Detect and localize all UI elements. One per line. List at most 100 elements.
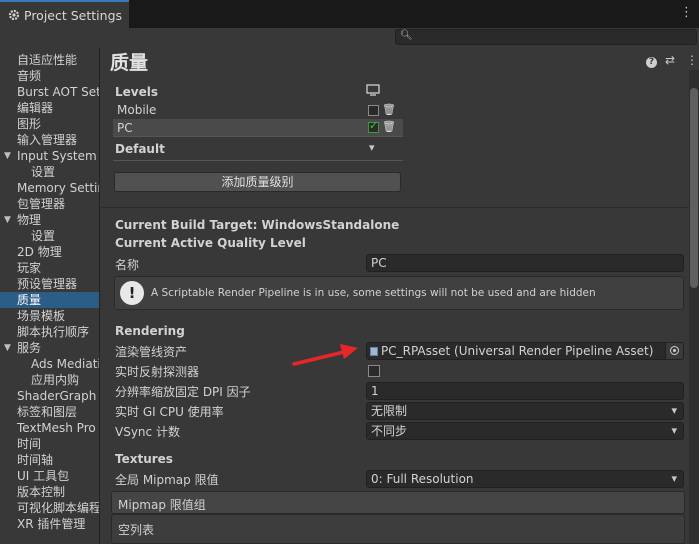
sidebar-item-label: Input System Package [17,149,99,163]
sidebar-item[interactable]: ▼ 服务 [0,340,99,356]
mipmap-limit-dropdown[interactable]: 0: Full Resolution [366,470,684,488]
sidebar-item[interactable]: Memory Settings [0,180,99,196]
sidebar-item-label: UI 工具包 [17,469,70,483]
section-divider [101,207,689,208]
tab-project-settings[interactable]: Project Settings [0,0,129,28]
mipmap-group-label: Mipmap 限值组 [118,498,206,512]
name-label: 名称 [115,258,140,272]
trash-icon[interactable]: 🗑︎ [382,120,396,133]
sidebar-item[interactable]: 图形 [0,116,99,132]
textures-heading: Textures [115,452,173,466]
sidebar-item-label: 图形 [17,117,42,131]
sidebar-item[interactable]: 输入管理器 [0,132,99,148]
sidebar-item-label: 时间 [17,437,42,451]
sidebar-item[interactable]: 版本控制 [0,484,99,500]
sidebar-item[interactable]: 包管理器 [0,196,99,212]
sidebar-item[interactable]: Ads Mediation [0,356,99,372]
sidebar-item-label: 自适应性能 [17,53,78,67]
sidebar-item[interactable]: 编辑器 [0,100,99,116]
window-menu-icon[interactable]: ⋮ [680,5,693,20]
sidebar-item[interactable]: 时间 [0,436,99,452]
sidebar-item-label: 2D 物理 [17,245,62,259]
level-row-pc[interactable]: PC 🗑︎ [113,119,403,137]
sidebar-item[interactable]: 应用内购 [0,372,99,388]
sidebar-item[interactable]: ShaderGraph [0,388,99,404]
sidebar-item[interactable]: TextMesh Pro [0,420,99,436]
mipmap-limit-label: 全局 Mipmap 限值 [115,473,219,487]
sidebar-item[interactable]: 2D 物理 [0,244,99,260]
sidebar-item[interactable]: ▼ 物理 [0,212,99,228]
sidebar-item-label: 应用内购 [31,373,80,387]
sidebar-item-label: 质量 [17,293,42,307]
vsync-dropdown[interactable]: 不同步 [366,422,684,440]
sidebar-item-label: 可视化脚本编程 [17,501,100,515]
sidebar-item-label: 玩家 [17,261,42,275]
sidebar-item[interactable]: 场景模板 [0,308,99,324]
sidebar-item-label: Ads Mediation [31,357,99,371]
level-checkbox-pc[interactable] [368,119,379,133]
info-icon: ! [120,281,144,305]
settings-menu-icon[interactable]: ⋮ [686,53,698,67]
sidebar-item-label: 包管理器 [17,197,66,211]
rendering-heading: Rendering [115,324,185,338]
sidebar-item[interactable]: 音频 [0,68,99,84]
presets-icon[interactable]: ⇄ [665,53,675,67]
asset-icon [370,347,378,356]
red-arrow-annotation [292,344,358,366]
sidebar-item-label: 物理 [17,213,42,227]
default-dropdown-arrow[interactable]: ▾ [369,141,375,154]
sidebar-item-label: 标签和图层 [17,405,78,419]
sidebar-item[interactable]: 预设管理器 [0,276,99,292]
search-input[interactable]: 🔍︎ [395,29,697,45]
sidebar-item-label: Memory Settings [17,181,99,195]
trash-icon[interactable]: 🗑︎ [382,103,396,116]
sidebar-item[interactable]: 可视化脚本编程 [0,500,100,516]
object-picker-icon[interactable] [665,343,683,359]
sidebar-item[interactable]: 质量 [0,292,99,308]
level-row-mobile[interactable]: Mobile 🗑︎ [113,102,403,119]
sidebar-item-label: 脚本执行顺序 [17,325,90,339]
sidebar-item[interactable]: ▼ Input System Package [0,148,99,164]
dpi-field[interactable]: 1 [366,382,684,400]
mipmap-group-list: 空列表 [111,514,685,544]
level-name: Mobile [117,103,157,117]
sidebar-item-label: 音频 [17,69,42,83]
sidebar-item[interactable]: 自适应性能 [0,52,99,68]
expand-arrow-icon[interactable]: ▼ [4,212,11,228]
sidebar-item-label: 版本控制 [17,485,66,499]
scrollbar-thumb[interactable] [690,88,698,288]
rp-asset-value: PC_RPAsset (Universal Render Pipeline As… [381,344,654,358]
gi-cpu-dropdown[interactable]: 无限制 [366,402,684,420]
level-checkbox-mobile[interactable] [368,105,379,116]
level-name: PC [117,121,133,135]
mipmap-group-header[interactable]: Mipmap 限值组 [111,491,685,514]
sidebar-item[interactable]: 标签和图层 [0,404,99,420]
active-level-heading: Current Active Quality Level [115,236,306,250]
srp-info-box: ! A Scriptable Render Pipeline is in use… [114,276,684,310]
vsync-label: VSync 计数 [115,425,180,439]
expand-arrow-icon[interactable]: ▼ [4,148,11,164]
realtime-probes-checkbox[interactable] [368,365,380,377]
add-quality-level-button[interactable]: 添加质量级别 [114,172,401,192]
empty-list-label: 空列表 [118,523,155,537]
sidebar-item-label: ShaderGraph [17,389,97,403]
sidebar-item-label: 预设管理器 [17,277,78,291]
sidebar-item[interactable]: 设置 [0,228,99,244]
sidebar-item[interactable]: 设置 [0,164,99,180]
realtime-probes-label: 实时反射探测器 [115,365,200,379]
sidebar-item[interactable]: 时间轴 [0,452,99,468]
levels-heading: Levels [115,85,159,99]
sidebar-item[interactable]: Burst AOT Settings [0,84,99,100]
divider [113,160,403,161]
expand-arrow-icon[interactable]: ▼ [4,340,11,356]
page-title: 质量 [110,52,149,74]
rp-asset-field[interactable]: PC_RPAsset (Universal Render Pipeline As… [366,342,684,360]
name-field[interactable]: PC [366,254,684,272]
help-icon[interactable]: ? [646,53,657,68]
sidebar-item-label: 时间轴 [17,453,54,467]
sidebar-item[interactable]: XR 插件管理 [0,516,99,532]
sidebar-item[interactable]: 脚本执行顺序 [0,324,99,340]
sidebar-item[interactable]: 玩家 [0,260,99,276]
sidebar-item-label: 设置 [31,165,56,179]
sidebar-item[interactable]: UI 工具包 [0,468,99,484]
